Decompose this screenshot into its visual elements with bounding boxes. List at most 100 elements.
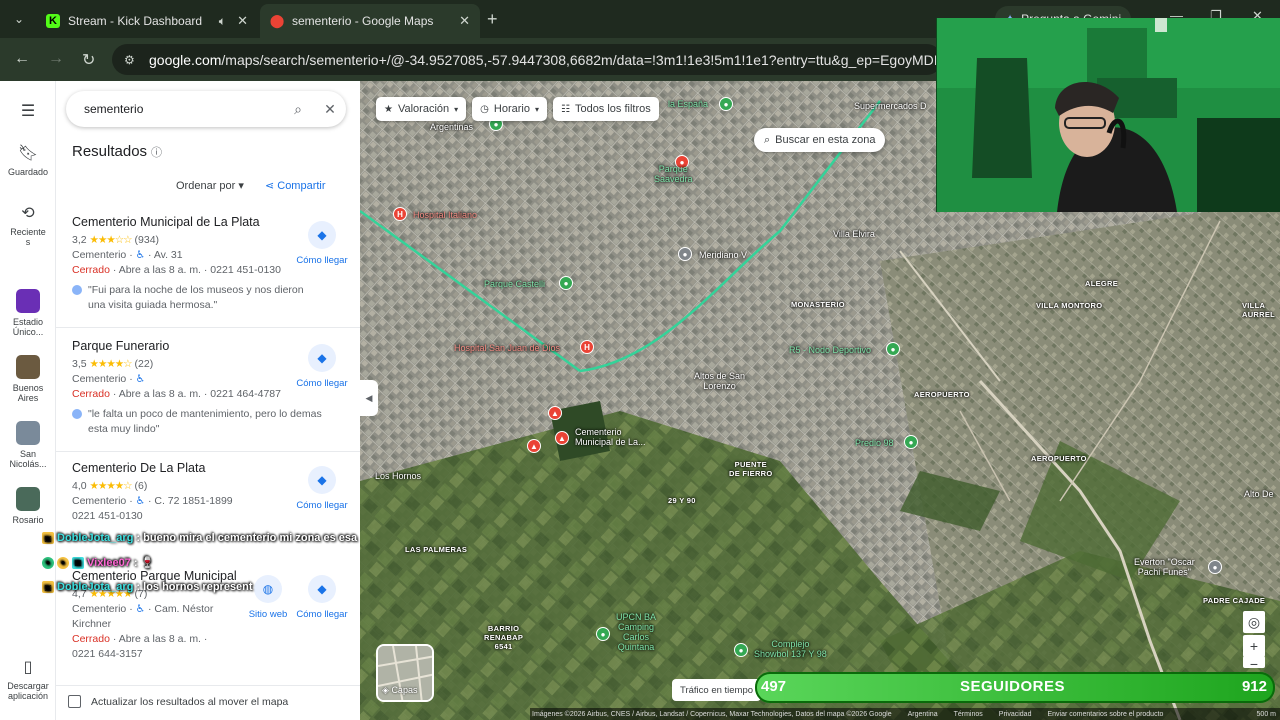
- clear-icon[interactable]: ✕: [314, 101, 346, 118]
- review-count: (934): [134, 234, 160, 246]
- maps-side-rail: ☰ 🔖︎ Guardado ⟲ Reciente s Estadio Único..…: [0, 81, 56, 720]
- tab-kick-dashboard[interactable]: K Stream - Kick Dashboard 🔈︎ ✕: [36, 4, 258, 38]
- map-label[interactable]: BARRIO RENABAP 6541: [484, 624, 523, 651]
- sports-pin-icon[interactable]: ●: [904, 435, 918, 449]
- address-bar[interactable]: ⚙︎ google.com/maps/search/sementerio+/@-…: [112, 44, 942, 75]
- directions-label: Cómo llegar: [296, 609, 348, 620]
- place-pin-icon[interactable]: ●: [678, 247, 692, 261]
- map-label[interactable]: Complejo Showbol 137 Y 98: [754, 639, 827, 659]
- maps-search-box[interactable]: sementerio ⌕ ✕: [66, 91, 346, 127]
- map-label[interactable]: MONASTERIO: [791, 300, 845, 309]
- cemetery-pin-icon[interactable]: ▲: [548, 406, 562, 420]
- url-path: /maps/search/sementerio+/@-34.9527085,-5…: [221, 51, 942, 68]
- sports-pin-icon[interactable]: ●: [734, 643, 748, 657]
- map-label[interactable]: AEROPUERTO: [914, 390, 970, 399]
- park-pin-icon[interactable]: ●: [596, 627, 610, 641]
- hospital-pin-icon[interactable]: H: [393, 207, 407, 221]
- zoom-in-icon[interactable]: +: [1243, 635, 1265, 657]
- rail-recent-place-1[interactable]: Estadio Único...: [0, 289, 56, 337]
- map-label[interactable]: Cementerio Municipal de La...: [575, 427, 646, 447]
- checkbox[interactable]: [68, 695, 81, 708]
- place-pin-icon[interactable]: ●: [1208, 560, 1222, 574]
- feedback-link[interactable]: Enviar comentarios sobre el producto: [1047, 711, 1163, 718]
- directions-button[interactable]: ◆ Cómo llegar: [292, 221, 352, 266]
- hospital-pin-icon[interactable]: H: [580, 340, 594, 354]
- my-location-icon[interactable]: ◎: [1243, 611, 1265, 633]
- rail-recent-place-3[interactable]: San Nicolás...: [0, 421, 56, 469]
- zoom-out-icon[interactable]: −: [1243, 656, 1265, 668]
- traffic-chip[interactable]: Tráfico en tiempo: [672, 679, 762, 701]
- rail-saved[interactable]: 🔖︎ Guardado: [0, 143, 56, 177]
- attribution-country[interactable]: Argentina: [908, 711, 938, 718]
- layers-button[interactable]: ◈ Capas: [376, 644, 434, 702]
- rail-download-app[interactable]: ▯ Descargar aplicación: [0, 657, 56, 701]
- rail-recent-place-2[interactable]: Buenos Aires: [0, 355, 56, 403]
- reload-icon[interactable]: ↻: [82, 50, 95, 70]
- back-icon[interactable]: ←: [14, 50, 30, 68]
- chip-all-filters[interactable]: ☷ Todos los filtros: [552, 97, 659, 121]
- map-label[interactable]: AEROPUERTO: [1031, 454, 1087, 463]
- map-label[interactable]: Predio 98: [855, 438, 894, 448]
- collapse-panel-button[interactable]: ◀: [360, 380, 378, 416]
- sports-pin-icon[interactable]: ●: [886, 342, 900, 356]
- close-tab-icon[interactable]: ✕: [459, 13, 470, 29]
- rail-place-label: Estadio Único...: [12, 317, 44, 337]
- sort-button[interactable]: Ordenar por ▾: [176, 180, 244, 192]
- map-label[interactable]: Villa Elvira: [833, 229, 875, 239]
- forward-icon[interactable]: →: [48, 50, 64, 68]
- directions-button[interactable]: ◆ Cómo llegar: [292, 466, 352, 511]
- map-label[interactable]: VILLA AURREL: [1242, 301, 1275, 319]
- search-icon: ⌕: [764, 133, 771, 146]
- chip-hours[interactable]: ◷ Horario ▾: [472, 97, 547, 121]
- map-label[interactable]: Argentinas: [430, 122, 473, 132]
- cemetery-pin-icon[interactable]: ▲: [527, 439, 541, 453]
- site-info-icon[interactable]: ⚙︎: [124, 53, 139, 67]
- bookmark-icon: 🔖︎: [17, 145, 39, 162]
- privacy-link[interactable]: Privacidad: [999, 711, 1032, 718]
- map-label[interactable]: Alto De: [1244, 489, 1274, 499]
- map-label[interactable]: Los Hornos: [375, 471, 421, 481]
- map-label[interactable]: Hospital San Juan de Dios: [454, 343, 560, 353]
- park-pin-icon[interactable]: ●: [559, 276, 573, 290]
- search-input[interactable]: sementerio: [66, 102, 282, 116]
- map-label[interactable]: UPCN BA Camping Carlos Quintana: [616, 612, 656, 652]
- search-icon[interactable]: ⌕: [282, 101, 314, 118]
- map-label[interactable]: 29 Y 90: [668, 496, 696, 505]
- speaker-icon[interactable]: 🔈︎: [219, 14, 226, 29]
- map-label[interactable]: PUENTE DE FIERRO: [729, 460, 773, 478]
- map-label[interactable]: la España: [668, 99, 708, 109]
- directions-button[interactable]: ◆ Cómo llegar: [292, 344, 352, 389]
- menu-icon[interactable]: ☰: [0, 101, 56, 125]
- tab-google-maps[interactable]: ⬤ sementerio - Google Maps ✕: [260, 4, 480, 38]
- update-results-toggle[interactable]: Actualizar los resultados al mover el ma…: [68, 695, 288, 708]
- map-label[interactable]: LAS PALMERAS: [405, 545, 467, 554]
- map-label[interactable]: Parque Saavedra: [654, 164, 693, 184]
- rail-recent[interactable]: ⟲ Reciente s: [0, 203, 56, 247]
- filter-icon: ☷: [560, 103, 570, 115]
- rail-recent-place-4[interactable]: Rosario: [0, 487, 56, 525]
- map-label[interactable]: PADRE CAJADE: [1203, 596, 1265, 605]
- map-label[interactable]: Supermercados D: [854, 101, 927, 111]
- map-label[interactable]: R5 - Nodo Deportivo: [789, 345, 871, 355]
- terms-link[interactable]: Términos: [954, 711, 983, 718]
- map-label[interactable]: Hospital Italiano: [413, 210, 477, 220]
- map-label[interactable]: Parque Castelli: [484, 279, 545, 289]
- search-this-area-button[interactable]: ⌕ Buscar en esta zona: [754, 128, 886, 152]
- share-button[interactable]: ⋖ Compartir: [265, 180, 326, 192]
- sort-label: Ordenar por: [176, 180, 236, 192]
- close-tab-icon[interactable]: ✕: [237, 13, 248, 29]
- map-label[interactable]: Everton "Oscar Pachi Funes": [1134, 557, 1195, 577]
- map-label[interactable]: Meridiano V: [699, 250, 747, 260]
- park-pin-icon[interactable]: ●: [719, 97, 733, 111]
- new-tab-icon[interactable]: +: [487, 9, 498, 30]
- cemetery-pin-icon[interactable]: ▲: [555, 431, 569, 445]
- info-icon[interactable]: ⓘ: [151, 147, 162, 159]
- map-label[interactable]: Altos de San Lorenzo: [694, 371, 745, 391]
- url-domain: google.com: [149, 51, 222, 68]
- review-text: "Fui para la noche de los museos y nos d…: [88, 284, 304, 311]
- tab-search-chevron-icon[interactable]: ⌄: [8, 8, 30, 30]
- map-label[interactable]: ALEGRE: [1085, 279, 1118, 288]
- chip-rating[interactable]: ★ Valoración ▾: [376, 97, 467, 121]
- directions-button[interactable]: ◆ Cómo llegar: [292, 575, 352, 620]
- map-label[interactable]: VILLA MONTORO: [1036, 301, 1102, 310]
